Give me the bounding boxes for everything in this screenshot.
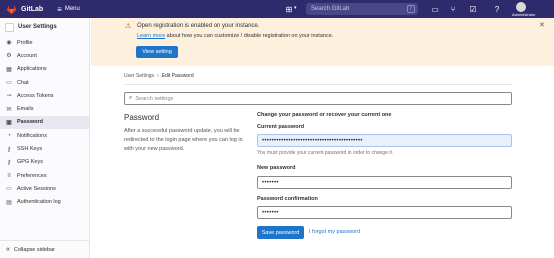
sidebar-item-account[interactable]: ⚙ Account bbox=[0, 49, 89, 62]
avatar[interactable] bbox=[516, 2, 526, 12]
preferences-icon: ≡ bbox=[7, 172, 11, 179]
brand-name: GitLab bbox=[21, 5, 44, 13]
breadcrumb: User Settings › Edit Password bbox=[124, 73, 194, 79]
chevron-down-icon[interactable]: ▾ bbox=[294, 5, 297, 11]
breadcrumb-current: Edit Password bbox=[161, 73, 194, 79]
section-heading: Password bbox=[124, 113, 160, 122]
collapse-sidebar-button[interactable]: « Collapse sidebar bbox=[0, 240, 90, 258]
sidebar-item-chat[interactable]: ▭ Chat bbox=[0, 76, 89, 89]
warning-icon: ⚠ bbox=[125, 23, 132, 30]
sidebar-item-label: Chat bbox=[17, 79, 29, 86]
new-password-field[interactable]: ••••••• bbox=[257, 176, 512, 189]
applications-icon: ▦ bbox=[6, 66, 12, 73]
create-new-icon[interactable]: ⊞ bbox=[284, 4, 294, 14]
sidebar-item-profile[interactable]: ◉ Profile bbox=[0, 36, 89, 49]
menu-label: Menu bbox=[64, 6, 80, 12]
alert-description-text: about how you can customize / disable re… bbox=[165, 33, 334, 39]
mail-icon: ✉ bbox=[6, 106, 12, 113]
search-settings-input[interactable]: ⌕ Search settings bbox=[124, 92, 512, 105]
sidebar-item-authentication-log[interactable]: ▤ Authentication log bbox=[0, 196, 89, 209]
password-confirmation-label: Password confirmation bbox=[257, 196, 318, 202]
new-password-label: New password bbox=[257, 165, 296, 171]
bell-icon: ◔ bbox=[7, 132, 11, 139]
sidebar-item-emails[interactable]: ✉ Emails bbox=[0, 102, 89, 115]
sidebar-item-password[interactable]: ▣ Password bbox=[0, 115, 89, 130]
sidebar: User Settings ◉ Profile ⚙ Account ▦ Applicati… bbox=[0, 18, 90, 258]
todo-icon[interactable]: ☑ bbox=[468, 4, 478, 14]
learn-more-link[interactable]: Learn more bbox=[137, 33, 165, 39]
breadcrumb-parent[interactable]: User Settings bbox=[124, 73, 154, 79]
sidebar-item-label: Notifications bbox=[17, 132, 47, 139]
sidebar-item-label: Preferences bbox=[17, 172, 47, 179]
sidebar-item-label: Access Tokens bbox=[17, 92, 54, 99]
close-icon[interactable]: ✕ bbox=[539, 21, 545, 29]
alert-description: Learn more about how you can customize /… bbox=[137, 33, 333, 39]
token-icon: ⊸ bbox=[6, 93, 12, 100]
key-icon: ⚷ bbox=[6, 146, 12, 153]
monitor-icon: ▭ bbox=[6, 186, 12, 193]
password-confirmation-field[interactable]: ••••••• bbox=[257, 206, 512, 219]
top-bar: GitLab ≡ Menu ⊞ ▾ Search GitLab / ▭ ⑂ ☑ … bbox=[0, 0, 554, 18]
gitlab-logo[interactable]: GitLab bbox=[6, 4, 43, 15]
alert-title: Open registration is enabled on your ins… bbox=[137, 23, 260, 29]
breadcrumb-separator: › bbox=[157, 73, 159, 79]
sidebar-item-access-tokens[interactable]: ⊸ Access Tokens bbox=[0, 89, 89, 102]
view-setting-button[interactable]: View setting bbox=[136, 46, 178, 58]
sidebar-item-gpg-keys[interactable]: ⚷ GPG Keys bbox=[0, 156, 89, 169]
sidebar-item-notifications[interactable]: ◔ Notifications bbox=[0, 129, 89, 142]
double-chevron-left-icon: « bbox=[6, 246, 10, 253]
profile-icon: ◉ bbox=[6, 40, 12, 47]
chat-icon: ▭ bbox=[6, 80, 12, 87]
issues-icon[interactable]: ▭ bbox=[430, 4, 440, 14]
search-input[interactable]: Search GitLab / bbox=[306, 3, 418, 15]
account-icon: ⚙ bbox=[6, 53, 12, 60]
search-icon: ⌕ bbox=[129, 95, 133, 101]
sidebar-item-label: Active Sessions bbox=[17, 185, 56, 192]
menu-button[interactable]: ≡ Menu bbox=[57, 5, 80, 14]
sidebar-item-label: Emails bbox=[17, 106, 34, 113]
search-shortcut: / bbox=[407, 5, 415, 13]
forgot-password-link[interactable]: I forgot my password bbox=[309, 229, 360, 235]
section-description: After a successful password update, you … bbox=[124, 128, 243, 152]
log-icon: ▤ bbox=[6, 199, 12, 206]
search-placeholder: Search GitLab bbox=[311, 6, 350, 12]
divider bbox=[124, 84, 512, 85]
sidebar-item-active-sessions[interactable]: ▭ Active Sessions bbox=[0, 182, 89, 195]
search-settings-placeholder: Search settings bbox=[135, 95, 174, 102]
sidebar-item-label: Applications bbox=[17, 66, 47, 73]
sidebar-title: User Settings bbox=[18, 24, 57, 30]
save-password-button[interactable]: Save password bbox=[257, 226, 304, 239]
current-password-help: You must provide your current password i… bbox=[257, 150, 394, 156]
sidebar-item-applications[interactable]: ▦ Applications bbox=[0, 63, 89, 76]
hamburger-icon: ≡ bbox=[57, 4, 62, 14]
sidebar-item-label: SSH Keys bbox=[17, 146, 43, 153]
registration-alert: ⚠ Open registration is enabled on your i… bbox=[91, 18, 554, 66]
sidebar-item-label: Account bbox=[17, 52, 37, 59]
sidebar-item-label: GPG Keys bbox=[17, 159, 43, 166]
sidebar-item-label: Authentication log bbox=[17, 199, 61, 206]
sidebar-item-ssh-keys[interactable]: ⚷ SSH Keys bbox=[0, 142, 89, 155]
form-title: Change your password or recover your cur… bbox=[257, 112, 392, 118]
lock-icon: ▣ bbox=[6, 119, 12, 126]
help-icon[interactable]: ? bbox=[492, 4, 502, 14]
sidebar-item-label: Password bbox=[17, 119, 43, 126]
sidebar-item-label: Profile bbox=[17, 39, 33, 46]
user-name: Administrator bbox=[512, 12, 536, 17]
merge-request-icon[interactable]: ⑂ bbox=[448, 4, 458, 14]
sidebar-item-preferences[interactable]: ≡ Preferences bbox=[0, 169, 89, 182]
sidebar-header[interactable]: User Settings bbox=[0, 18, 89, 36]
current-password-label: Current password bbox=[257, 124, 305, 130]
settings-avatar-icon bbox=[5, 22, 14, 32]
key-icon: ⚷ bbox=[6, 159, 12, 166]
collapse-sidebar-label: Collapse sidebar bbox=[13, 246, 55, 253]
current-password-field[interactable]: ••••••••••••••••••••••••••••••••••••••••… bbox=[257, 134, 512, 147]
gitlab-tanuki-icon bbox=[6, 4, 17, 14]
sidebar-list: ◉ Profile ⚙ Account ▦ Applications ▭ Chat ⊸ Acces… bbox=[0, 36, 89, 209]
